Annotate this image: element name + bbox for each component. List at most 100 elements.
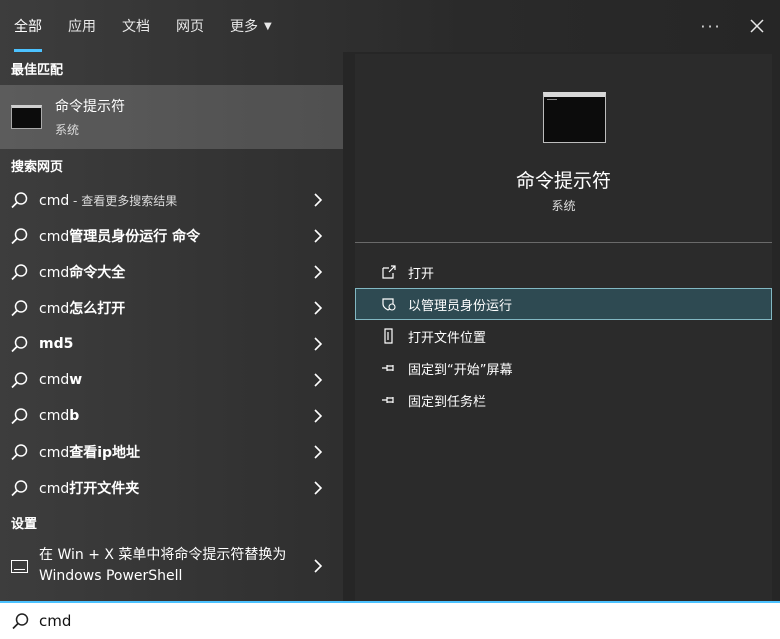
monitor-icon [11,559,28,573]
tab-all[interactable]: 全部 [2,0,54,52]
suggestion-completion: 打开文件夹 [69,481,140,497]
suggestion-completion: 怎么打开 [69,301,126,317]
open-icon [382,265,396,279]
chevron-right-icon[interactable] [313,193,323,207]
command-prompt-icon [543,92,606,143]
action-label: 固定到“开始”屏幕 [408,362,513,378]
settings-item[interactable]: 在 Win + X 菜单中将命令提示符替换为 Windows PowerShel… [0,539,343,593]
open-file-location-action[interactable]: 打开文件位置 [355,320,772,352]
search-icon [11,407,28,424]
query-prefix: cmd [39,408,70,424]
best-match-heading: 最佳匹配 [11,63,64,78]
chevron-right-icon[interactable] [313,559,323,573]
web-suggestion-label: cmd - 查看更多搜索结果 [39,192,177,209]
action-label: 以管理员身份运行 [408,298,513,314]
tab-more[interactable]: 更多 ▼ [218,0,284,52]
web-suggestion-label: cmdw [39,372,82,388]
results-list: 最佳匹配 命令提示符 系统 搜索网页 cmd - 查看更多搜索结果 cmd管理员身… [0,52,343,601]
pin-icon [382,365,394,371]
chevron-right-icon[interactable] [313,373,323,387]
pin-to-taskbar-action[interactable]: 固定到任务栏 [355,384,772,416]
settings-heading: 设置 [11,517,38,532]
query-prefix: cmd [39,372,70,388]
close-icon [750,19,764,33]
chevron-right-icon[interactable] [313,445,323,459]
web-search-heading: 搜索网页 [11,160,64,175]
web-suggestion-label: cmd怎么打开 [39,298,125,318]
web-suggestion-label: cmdb [39,408,79,424]
divider [355,242,772,243]
query-prefix: cmd [39,445,70,461]
file-location-icon [384,328,393,344]
chevron-right-icon[interactable] [313,337,323,351]
web-suggestion-item[interactable]: cmdb [0,398,343,434]
tab-label: 网页 [176,19,204,35]
scope-tabs: 全部 应用 文档 网页 更多 ▼ [0,0,780,52]
chevron-right-icon[interactable] [313,301,323,315]
settings-item-label: 在 Win + X 菜单中将命令提示符替换为 Windows PowerShel… [39,547,287,584]
tab-label: 全部 [14,19,42,35]
suggestion-completion: md5 [39,336,74,352]
query-prefix: cmd [39,265,70,281]
suggestion-completion: w [69,372,83,388]
search-icon [11,479,28,496]
web-suggestion-item[interactable]: md5 [0,326,343,362]
open-action[interactable]: 打开 [355,256,772,288]
tab-label: 应用 [68,19,96,35]
tab-label: 更多 [230,19,258,35]
web-suggestion-item[interactable]: cmd打开文件夹 [0,470,343,506]
more-options-button[interactable]: ··· [688,0,734,52]
tab-label: 文档 [122,19,150,35]
suggestion-completion: 查看ip地址 [69,445,141,461]
search-input[interactable] [39,612,739,630]
chevron-right-icon[interactable] [313,481,323,495]
suggestion-completion: 管理员身份运行 命令 [69,229,201,245]
action-label: 固定到任务栏 [408,394,487,410]
best-match-name: 命令提示符 [55,99,125,115]
search-icon [11,443,28,460]
web-suggestion-item[interactable]: cmd命令大全 [0,254,343,290]
pin-icon [382,397,394,403]
tab-apps[interactable]: 应用 [56,0,108,52]
chevron-right-icon[interactable] [313,409,323,423]
suggestion-completion: 命令大全 [69,265,126,281]
detail-app-type: 系统 [551,199,576,213]
web-suggestion-item[interactable]: cmd管理员身份运行 命令 [0,218,343,254]
best-match-type: 系统 [55,123,80,137]
web-suggestion-label: cmd打开文件夹 [39,478,139,498]
search-box[interactable] [0,601,780,639]
detail-app-name: 命令提示符 [515,170,611,192]
run-as-admin-action[interactable]: 以管理员身份运行 [355,288,772,320]
web-suggestion-item[interactable]: cmd怎么打开 [0,290,343,326]
web-suggestion-item[interactable]: cmdw [0,362,343,398]
tab-documents[interactable]: 文档 [110,0,162,52]
search-window: 全部 应用 文档 网页 更多 ▼ ··· 最佳匹配 命令提示符 系统 搜索网页 c… [0,0,780,639]
suggestion-completion: b [69,408,80,424]
close-button[interactable] [734,0,780,52]
chevron-down-icon: ▼ [264,20,272,32]
web-suggestion-label: cmd查看ip地址 [39,442,140,462]
detail-panel: 命令提示符 系统 打开 以管理员身份运行 打开文件位置 固定到“开始”屏幕 固定… [343,52,780,601]
action-list: 打开 以管理员身份运行 打开文件位置 固定到“开始”屏幕 固定到任务栏 [355,256,772,416]
chevron-right-icon[interactable] [313,229,323,243]
shield-icon [382,298,396,311]
web-suggestion-label: md5 [39,336,73,352]
query-prefix: cmd [39,229,70,245]
chevron-right-icon[interactable] [313,265,323,279]
web-suggestion-label: cmd命令大全 [39,262,125,282]
web-suggestion-item[interactable]: cmd - 查看更多搜索结果 [0,182,343,218]
query-prefix: cmd [39,301,70,317]
query-prefix: cmd [39,481,70,497]
search-icon [12,612,29,629]
pin-to-start-action[interactable]: 固定到“开始”屏幕 [355,352,772,384]
command-prompt-icon [11,105,42,129]
suggestion-note: - 查看更多搜索结果 [69,193,178,208]
web-suggestion-item[interactable]: cmd查看ip地址 [0,434,343,470]
app-details-card: 命令提示符 系统 打开 以管理员身份运行 打开文件位置 固定到“开始”屏幕 固定… [355,54,772,601]
search-icon [11,299,28,316]
tab-web[interactable]: 网页 [164,0,216,52]
search-icon [11,191,28,208]
search-icon [11,335,28,352]
best-match-item[interactable]: 命令提示符 系统 [0,85,343,149]
query-prefix: cmd [39,192,70,209]
